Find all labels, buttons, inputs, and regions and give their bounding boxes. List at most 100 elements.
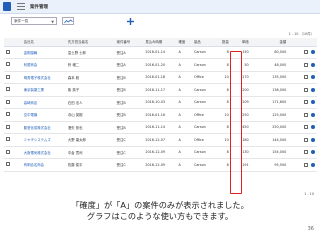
col-header[interactable]: 案件番号 [114,38,144,47]
table-cell: A [176,83,192,97]
record-detail-icon[interactable] [6,62,10,67]
record-detail-icon[interactable] [6,162,10,167]
record-detail-icon[interactable] [6,74,10,79]
table-row[interactable]: 東京製薬工業紫 英子 受注B 2016-11-17 A Carson 8 200 136,00… [4,83,317,97]
col-header[interactable]: 確度 [176,38,192,47]
table-row[interactable]: 高崎商店 石田 法人 受注B 2016-10-03 A Carson 8 209 171,600 [4,96,317,109]
table-cell[interactable]: 利根商会 [21,58,66,72]
table-cell: 森本 毅 [65,71,115,84]
table-cell: 受注A [114,58,144,72]
more-icon[interactable] [311,87,315,92]
col-header[interactable]: 単価 [231,38,252,47]
table-cell: 2016-11-17 [143,83,177,97]
edit-icon[interactable] [304,62,308,67]
col-header[interactable]: 数量 [216,38,232,47]
more-icon[interactable] [311,75,315,80]
table-cell: 125,000 [251,108,290,122]
edit-icon[interactable] [304,87,308,92]
table-cell[interactable]: 空中電機 [21,108,66,122]
record-detail-icon[interactable] [6,149,10,154]
record-detail-icon[interactable] [6,112,10,117]
table-cell[interactable]: 金剛運輸 [21,46,66,59]
add-record-button[interactable] [126,17,134,25]
table-cell: Carson [191,146,217,159]
table-cell: 澄矢 拓也 [65,121,115,134]
edit-icon[interactable] [304,125,308,130]
more-icon[interactable] [311,125,315,130]
record-detail-icon[interactable] [6,99,10,104]
more-icon[interactable] [311,162,315,167]
table-cell: Carson [191,58,217,72]
table-cell: A [176,108,192,122]
table-cell: 144,000 [251,133,290,147]
more-icon[interactable] [311,150,315,155]
table-cell: 寺山 英樹 [65,108,115,122]
more-icon[interactable] [311,50,315,55]
edit-icon[interactable] [304,162,308,167]
col-header[interactable]: 会社名 [21,38,66,47]
table-cell[interactable]: 明秀電子株式会社 [21,71,66,84]
plus-icon [126,17,134,25]
table-cell: Office [191,133,217,147]
record-detail-icon[interactable] [6,124,10,129]
table-cell: A [176,146,192,159]
pagination-top: 1 - 10 （10件） [288,32,314,36]
edit-icon[interactable] [304,50,308,55]
table-row[interactable]: ミヤギシステムズ 大野 康太郎 受注C 2016-12-07 A Office 10 180 1… [4,133,317,147]
col-header[interactable]: 製品 [191,38,217,47]
table-cell[interactable]: 高崎商店 [21,96,66,109]
table-row[interactable]: 金剛運輸 富士野 士郎 受注A 2016-01-14 A Carson 8 150 80,000 [4,46,317,59]
caption-line-1: 「確度」が「A」の案件のみが表示されました。 [71,200,249,210]
more-icon[interactable] [311,112,315,117]
more-icon[interactable] [311,137,315,142]
table-row[interactable]: 空中電機 寺山 英樹 受注B 2016-01-16 A Office 10 250 125,00… [4,108,317,122]
record-detail-icon[interactable] [6,49,10,54]
table-cell[interactable]: 大阪電気株式会社 [21,146,66,159]
table-cell[interactable]: 東京製薬工業 [21,83,66,97]
toolbar: 案件一覧 ▼ [0,14,320,28]
table-cell: 受注B [114,108,144,122]
table-cell: 受注C [114,158,144,172]
table-cell: 石田 法人 [65,96,115,109]
record-detail-icon[interactable] [6,87,10,92]
col-header[interactable]: 先方担当者名 [65,38,115,47]
table-cell[interactable]: 有明合名商会 [21,158,66,172]
edit-icon[interactable] [304,112,308,117]
edit-icon[interactable] [304,137,308,142]
highlight-frame [230,51,242,194]
table-row[interactable]: 明秀電子株式会社 森本 毅受注B 2016-01-18 A Office 10 170 135… [4,71,317,84]
menu-icon[interactable] [17,2,25,11]
table-cell: Carson [191,158,217,172]
table-cell: Office [191,71,217,84]
table-cell: 154,000 [251,146,290,159]
edit-icon[interactable] [304,100,308,105]
table-cell: 紫 英子 [65,83,115,97]
edit-icon[interactable] [304,75,308,80]
edit-icon[interactable] [304,150,308,155]
table-cell: Office [191,108,217,122]
table-cell: 2016-01-14 [143,46,177,59]
record-detail-icon[interactable] [6,137,10,142]
table-cell: A [176,121,192,134]
table-cell: 中倉 寛司 [65,146,115,159]
table-cell[interactable]: ミヤギシステムズ [21,133,66,147]
table-cell: 鈴 増二 [65,58,115,72]
graph-button[interactable] [62,17,74,25]
more-icon[interactable] [311,100,315,105]
table-row[interactable]: 藤堂化成株式会社 澄矢 拓也 受注B 2016-11-14 A Carson 8 450 250… [4,121,317,134]
table-cell: 大野 康太郎 [65,133,115,147]
col-header[interactable]: 見込み時期 [143,38,177,47]
table-row[interactable]: 有明合名商会 佐藤 俊平 受注C 2016-12-09 A Carson 8 191 95,50… [4,158,317,172]
table-cell: 2016-10-03 [143,96,177,109]
more-icon[interactable] [311,62,315,67]
table-row[interactable]: 大阪電気株式会社 中倉 寛司 受注C 2016-12-09 A Carson 8 130 154… [4,146,317,159]
table-row[interactable]: 利根商会鈴 増二 受注A 2016-01-20 A Carson 8 50 48,000 [4,58,317,72]
table-cell: 2016-12-09 [143,146,177,159]
app-header: 案件管理 [0,0,320,14]
table-cell[interactable]: 藤堂化成株式会社 [21,121,66,134]
view-select[interactable]: 案件一覧 ▼ [11,17,57,25]
table-cell: 受注C [114,133,144,147]
table-cell: 2016-01-20 [143,58,177,72]
table-cell: 250,000 [251,121,290,134]
col-header[interactable]: 金額 [251,38,290,47]
